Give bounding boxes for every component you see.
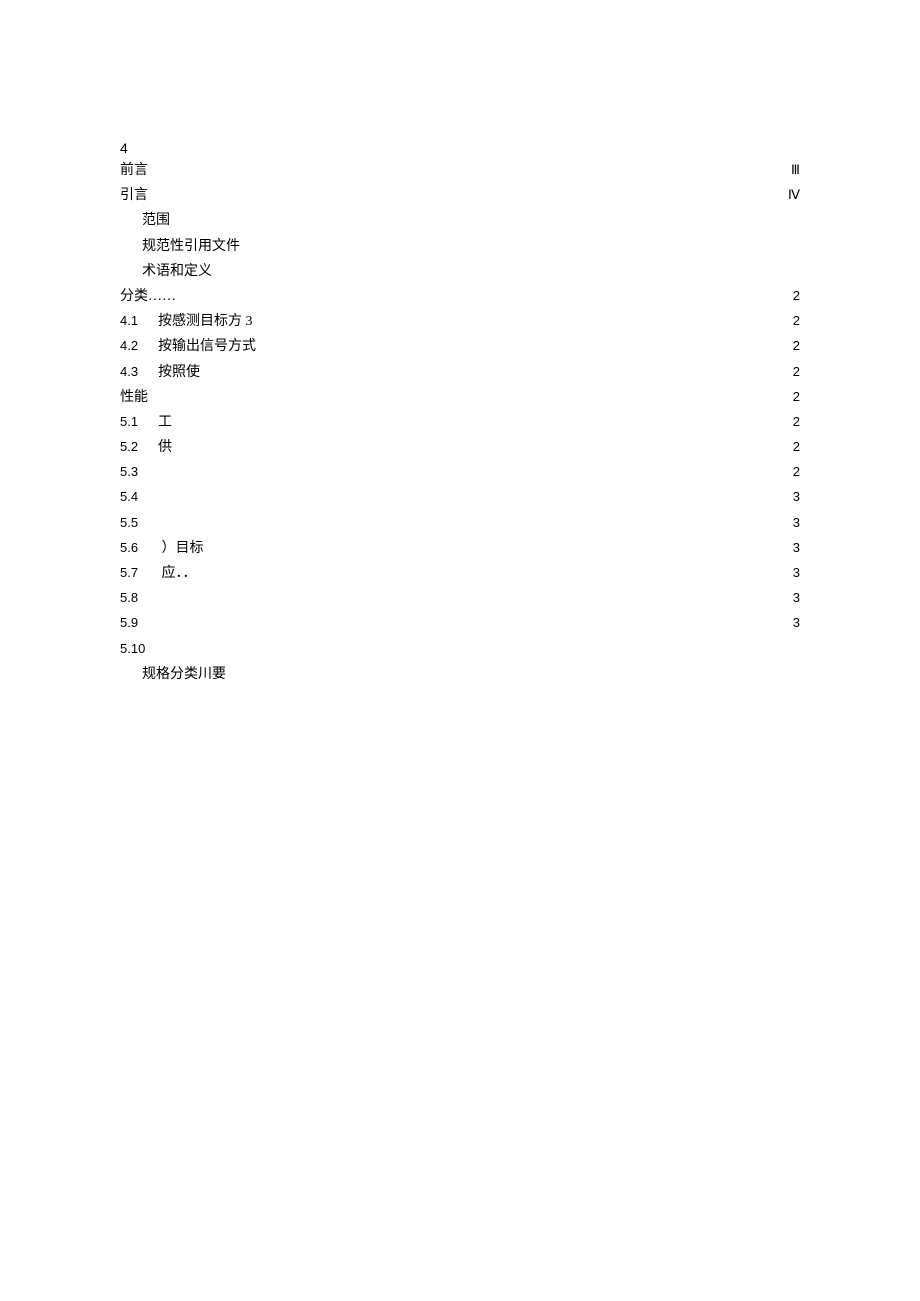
toc-page: 3 (793, 611, 800, 634)
toc-number: 5.6 (120, 536, 158, 559)
toc-row: 4.3按照使 2 (120, 360, 800, 385)
toc-entry: 范围 (120, 208, 170, 233)
toc-row: 规范性引用文件 (120, 234, 800, 259)
toc-row: 规格分类川要 (120, 662, 800, 687)
toc-page: 3 (793, 586, 800, 609)
toc-row: 5.83 (120, 586, 800, 611)
toc-label: 前言 (120, 163, 148, 178)
toc-entry: 5.8 (120, 586, 158, 611)
page-marker: 4 (120, 140, 128, 156)
toc-row: 5.53 (120, 511, 800, 536)
toc-label: 按感测目标方 3 (158, 314, 253, 329)
toc-number: 5.1 (120, 410, 158, 433)
toc-page: 2 (793, 284, 800, 307)
toc-entry: 5.3 (120, 460, 158, 485)
toc-label: 范围 (142, 213, 170, 228)
toc-entry: 4.1按感测目标方 3 (120, 309, 253, 334)
toc-row: 性能 2 (120, 385, 800, 410)
toc-entry: 5.4 (120, 485, 158, 510)
toc-row: 范围 (120, 208, 800, 233)
toc-page: 2 (793, 410, 800, 433)
toc-label: ）目标 (158, 541, 204, 556)
toc-label: 按输出信号方式 (158, 339, 256, 354)
toc-page: 2 (793, 435, 800, 458)
toc-entry: 引言 (120, 183, 148, 208)
toc-row: 5.43 (120, 485, 800, 510)
toc-page: 2 (793, 334, 800, 357)
toc-page: 2 (793, 385, 800, 408)
toc-entry: 5.10 (120, 637, 158, 662)
table-of-contents: 前言Ⅲ引言Ⅳ范围规范性引用文件术语和定义分类……24.1按感测目标方 324.2… (120, 158, 800, 687)
toc-entry: 5.9 (120, 611, 158, 636)
toc-number: 4.1 (120, 309, 158, 332)
toc-entry: 5.7 应．． (120, 561, 197, 586)
toc-row: 引言 Ⅳ (120, 183, 800, 208)
toc-row: 5.2供 2 (120, 435, 800, 460)
toc-entry: 前言 (120, 158, 148, 183)
toc-entry: 规范性引用文件 (120, 234, 240, 259)
toc-row: 5.6 ）目标 3 (120, 536, 800, 561)
toc-entry: 规格分类川要 (120, 662, 226, 687)
toc-row: 4.1按感测目标方 3 2 (120, 309, 800, 334)
toc-row: 5.7 应．． 3 (120, 561, 800, 586)
toc-label: 按照使 (158, 365, 200, 380)
toc-entry: 分类…… (120, 284, 176, 309)
toc-number: 5.4 (120, 485, 158, 508)
toc-label: 引言 (120, 188, 148, 203)
toc-label: 规格分类川要 (142, 667, 226, 682)
toc-entry: 4.2按输出信号方式 (120, 334, 256, 359)
toc-label: 规范性引用文件 (142, 239, 240, 254)
toc-row: 5.93 (120, 611, 800, 636)
toc-entry: 性能 (120, 385, 148, 410)
toc-page: 3 (793, 536, 800, 559)
toc-row: 5.1工 2 (120, 410, 800, 435)
toc-page: 2 (793, 309, 800, 332)
toc-number: 5.10 (120, 637, 158, 660)
toc-entry: 5.6 ）目标 (120, 536, 204, 561)
toc-number: 4.2 (120, 334, 158, 357)
toc-number: 5.9 (120, 611, 158, 634)
toc-label: 供 (158, 440, 172, 455)
toc-entry: 术语和定义 (120, 259, 212, 284)
toc-number: 5.5 (120, 511, 158, 534)
toc-page: Ⅲ (791, 158, 800, 181)
toc-number: 4.3 (120, 360, 158, 383)
toc-row: 5.32 (120, 460, 800, 485)
toc-row: 5.10 (120, 637, 800, 662)
toc-row: 前言 Ⅲ (120, 158, 800, 183)
toc-number: 5.7 (120, 561, 158, 584)
toc-number: 5.8 (120, 586, 158, 609)
toc-label: 术语和定义 (142, 264, 212, 279)
toc-entry: 5.5 (120, 511, 158, 536)
toc-entry: 5.1工 (120, 410, 172, 435)
toc-entry: 4.3按照使 (120, 360, 200, 385)
toc-entry: 5.2供 (120, 435, 172, 460)
toc-number: 5.2 (120, 435, 158, 458)
toc-page: 3 (793, 485, 800, 508)
toc-row: 术语和定义 (120, 259, 800, 284)
toc-label: 应．． (158, 566, 197, 581)
toc-page: 3 (793, 511, 800, 534)
toc-label: 工 (158, 415, 172, 430)
toc-row: 分类…… 2 (120, 284, 800, 309)
toc-label: 性能 (120, 390, 148, 405)
toc-number: 5.3 (120, 460, 158, 483)
toc-page: Ⅳ (788, 183, 800, 206)
toc-row: 4.2按输出信号方式 2 (120, 334, 800, 359)
toc-page: 2 (793, 460, 800, 483)
toc-label: 分类…… (120, 289, 176, 304)
toc-page: 3 (793, 561, 800, 584)
toc-page: 2 (793, 360, 800, 383)
